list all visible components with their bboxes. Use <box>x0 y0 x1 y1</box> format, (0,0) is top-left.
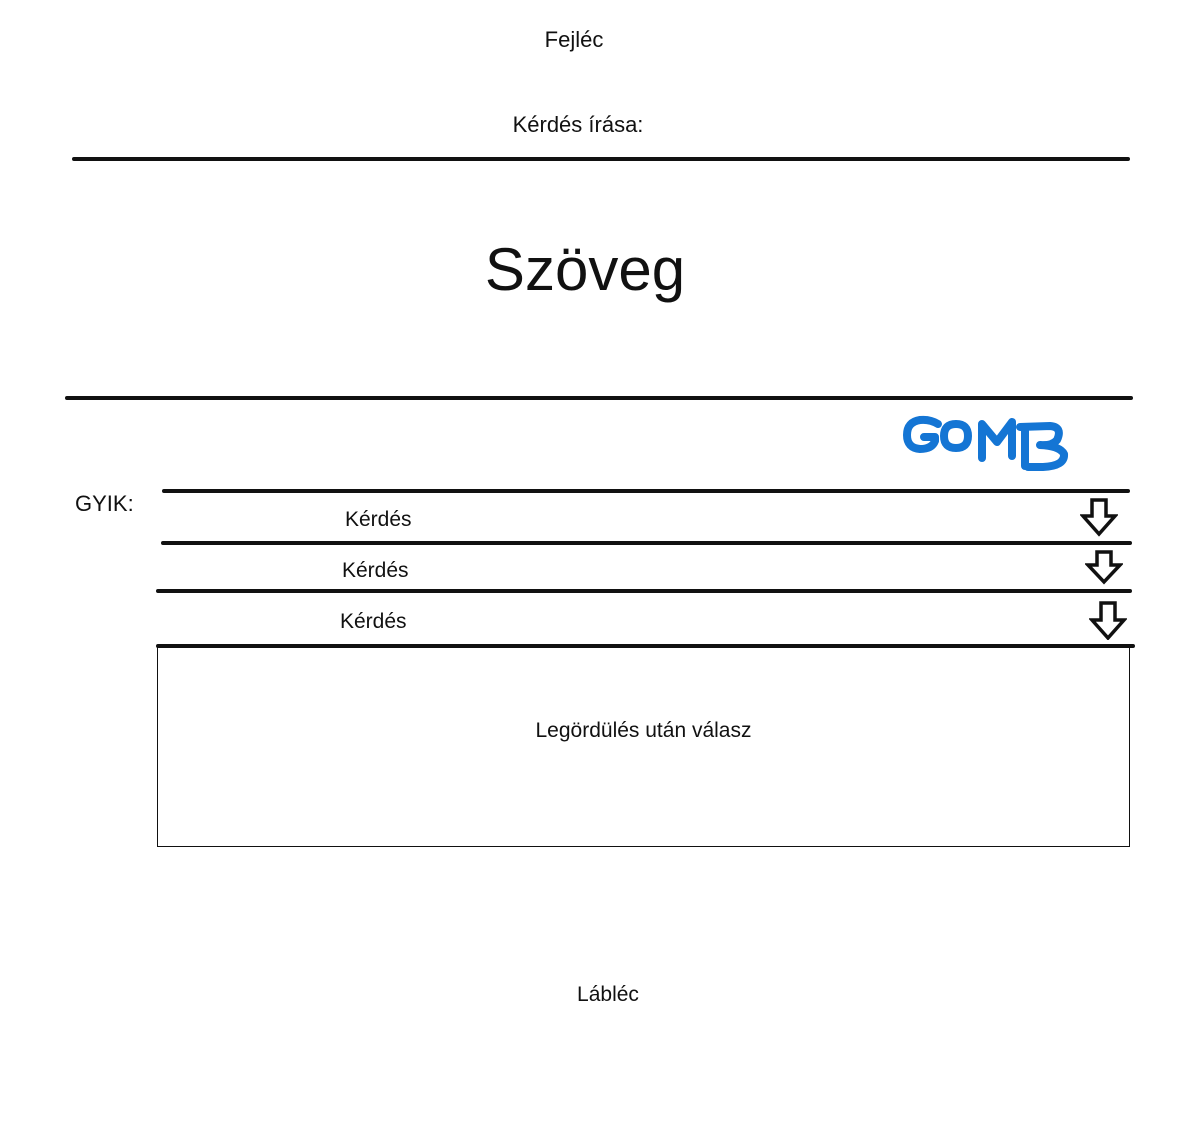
faq-answer-panel: Legördülés után válasz <box>157 647 1130 847</box>
faq-item[interactable]: Kérdés <box>162 493 1130 541</box>
faq-item[interactable]: Kérdés <box>156 545 1132 589</box>
faq-label: GYIK: <box>75 491 134 516</box>
arrow-down-icon <box>1085 550 1123 585</box>
faq-question: Kérdés <box>340 610 407 633</box>
textarea-placeholder-text: Szöveg <box>484 236 686 303</box>
submit-button-label <box>903 415 1068 471</box>
arrow-down-icon <box>1089 601 1127 640</box>
faq-answer-text: Legördülés után válasz <box>535 719 752 742</box>
textarea-top-border <box>72 157 1130 161</box>
faq-question: Kérdés <box>345 508 412 531</box>
submit-button[interactable] <box>900 410 1075 472</box>
arrow-down-icon <box>1080 498 1118 537</box>
faq-question: Kérdés <box>342 559 409 582</box>
header-title: Fejléc <box>544 27 604 52</box>
textarea-bottom-border <box>65 396 1133 400</box>
faq-item[interactable]: Kérdés <box>156 593 1134 644</box>
question-label: Kérdés írása: <box>512 112 644 137</box>
footer-text: Lábléc <box>577 983 639 1006</box>
